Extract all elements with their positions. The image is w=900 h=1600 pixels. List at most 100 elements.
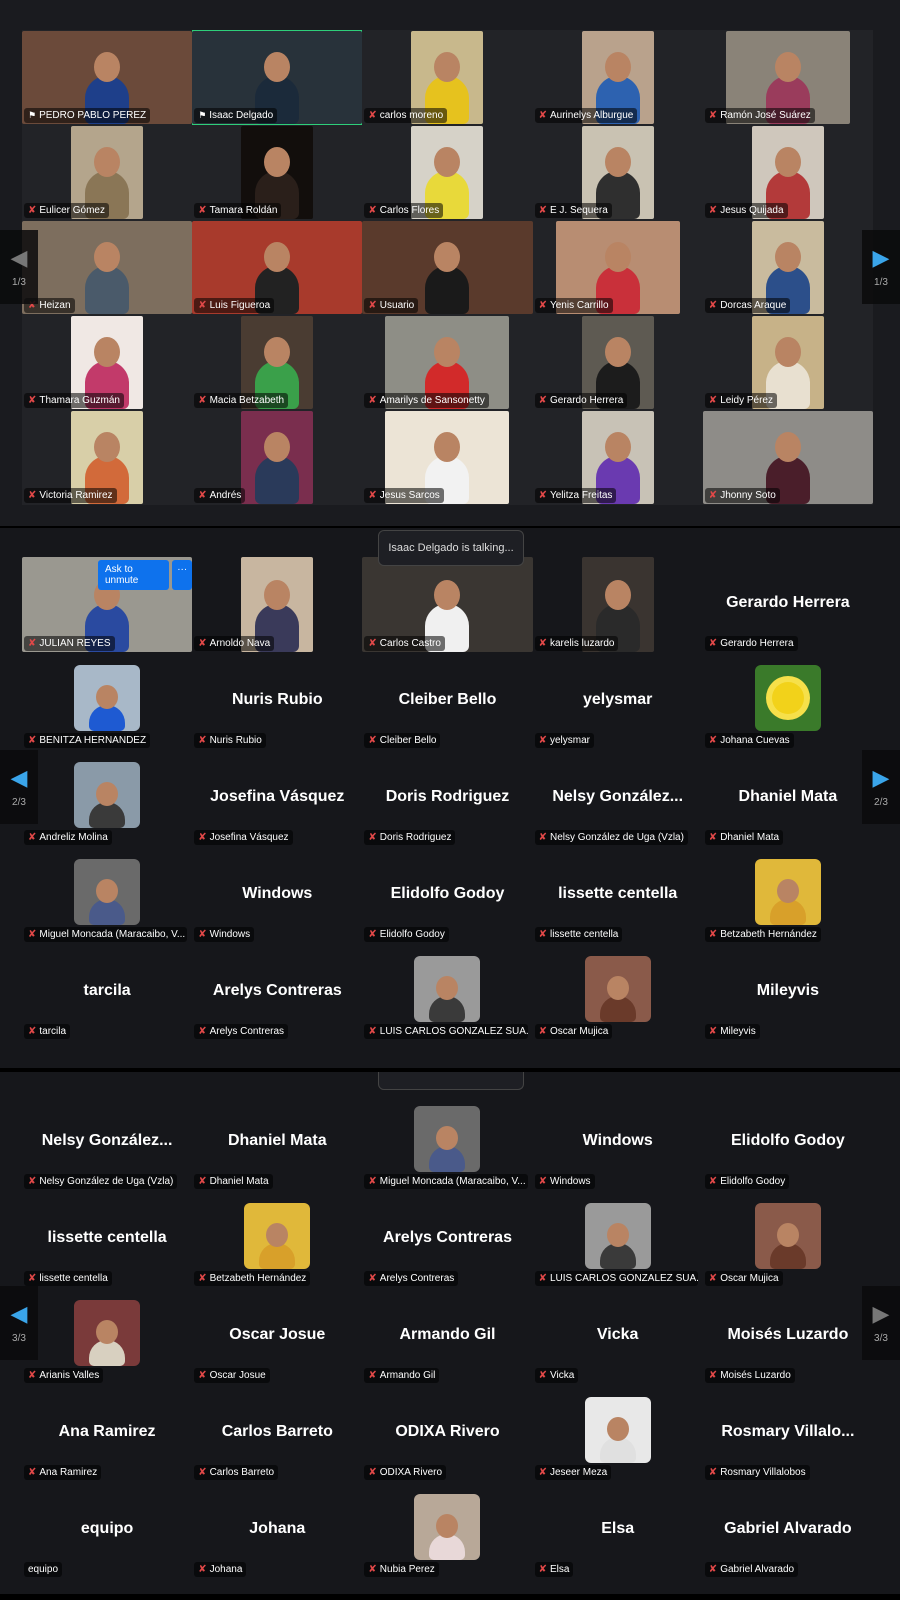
- participant-tile-miguel-moncada-maracaibo-v[interactable]: ✘ Miguel Moncada (Maracaibo, V...: [362, 1094, 533, 1191]
- participant-tile-windows[interactable]: Windows ✘ Windows: [532, 1094, 703, 1191]
- participant-tile-pedro-pablo-perez[interactable]: ⚑ PEDRO PABLO PEREZ: [22, 30, 193, 125]
- participant-tile-luis-carlos-gonzalez-sua[interactable]: ✘ LUIS CARLOS GONZALEZ SUA...: [362, 944, 533, 1041]
- participant-tile-eulicer-gomez[interactable]: ✘ Eulicer Gómez: [22, 125, 193, 220]
- name-label: ✘ Jesus Quijada: [704, 203, 788, 218]
- participant-display-name: yelysmar: [583, 691, 653, 708]
- participant-tile-usuario[interactable]: ✘ Usuario: [362, 220, 533, 315]
- participant-tile-arelys-contreras[interactable]: Arelys Contreras ✘ Arelys Contreras: [362, 1191, 533, 1288]
- chevron-left-icon: ◀: [10, 1300, 28, 1326]
- participant-tile-tamara-roldan[interactable]: ✘ Tamara Roldán: [192, 125, 363, 220]
- participant-tile-elidolfo-godoy[interactable]: Elidolfo Godoy ✘ Elidolfo Godoy: [702, 1094, 873, 1191]
- participant-tile-andres[interactable]: ✘ Andrés: [192, 410, 363, 505]
- participant-tile-victoria-ramirez[interactable]: ✘ Victoria Ramirez: [22, 410, 193, 505]
- participant-tile-karelis-luzardo[interactable]: ✘ karelis luzardo: [532, 556, 703, 653]
- participant-tile-yenis-carrillo[interactable]: ✘ Yenis Carrillo: [532, 220, 703, 315]
- participant-tile-isaac-delgado[interactable]: ⚑ Isaac Delgado: [192, 30, 363, 125]
- participant-name: Macia Betzabeth: [209, 395, 285, 406]
- participant-tile-moises-luzardo[interactable]: Moisés Luzardo ✘ Moisés Luzardo: [702, 1288, 873, 1385]
- mic-off-icon: ✘: [538, 928, 547, 940]
- participant-tile-betzabeth-hernandez[interactable]: ✘ Betzabeth Hernández: [702, 847, 873, 944]
- participant-tile-benitza-hernandez[interactable]: ✘ BENITZA HERNANDEZ: [22, 653, 193, 750]
- mic-off-icon: ✘: [368, 1175, 377, 1187]
- participant-tile-nubia-perez[interactable]: ✘ Nubia Perez: [362, 1482, 533, 1579]
- participant-tile-carlos-flores[interactable]: ✘ Carlos Flores: [362, 125, 533, 220]
- participant-tile-lissette-centella[interactable]: lissette centella ✘ lissette centella: [22, 1191, 193, 1288]
- participant-tile-johana[interactable]: Johana ✘ Johana: [192, 1482, 363, 1579]
- participant-tile-nelsy-gonzalez-de-uga-vzla[interactable]: Nelsy González... ✘ Nelsy González de Uga …: [22, 1094, 193, 1191]
- more-options-button[interactable]: ···: [172, 560, 193, 590]
- mic-off-icon: ✘: [708, 637, 718, 649]
- mic-off-icon: ✘: [28, 1369, 37, 1381]
- participant-tile-dhaniel-mata[interactable]: Dhaniel Mata ✘ Dhaniel Mata: [192, 1094, 363, 1191]
- participant-tile-oscar-josue[interactable]: Oscar Josue ✘ Oscar Josue: [192, 1288, 363, 1385]
- avatar: [74, 665, 141, 731]
- participant-tile-luis-carlos-gonzalez-sua[interactable]: ✘ LUIS CARLOS GONZALEZ SUA...: [532, 1191, 703, 1288]
- participant-tile-luis-figueroa[interactable]: ✘ Luis Figueroa: [192, 220, 363, 315]
- participant-tile-yelysmar[interactable]: yelysmar ✘ yelysmar: [532, 653, 703, 750]
- participant-tile-jhonny-soto[interactable]: ✘ Jhonny Soto: [702, 410, 873, 505]
- participant-tile-tarcila[interactable]: tarcila ✘ tarcila: [22, 944, 193, 1041]
- mic-off-icon: ✘: [708, 1369, 718, 1381]
- previous-page-button[interactable]: ◀ 1/3: [0, 230, 38, 304]
- participant-tile-arnoldo-nava[interactable]: ✘ Arnoldo Nava: [192, 556, 363, 653]
- name-label: ✘ Thamara Guzmán: [24, 393, 124, 408]
- participant-tile-mileyvis[interactable]: Mileyvis ✘ Mileyvis: [702, 944, 873, 1041]
- participant-tile-heizan[interactable]: ✘ Heizan: [22, 220, 193, 315]
- participant-tile-windows[interactable]: Windows ✘ Windows: [192, 847, 363, 944]
- participant-tile-carlos-barreto[interactable]: Carlos Barreto ✘ Carlos Barreto: [192, 1385, 363, 1482]
- participant-tile-equipo[interactable]: equipo equipo: [22, 1482, 193, 1579]
- participant-tile-rosmary-villalobos[interactable]: Rosmary Villalo... ✘ Rosmary Villalobos: [702, 1385, 873, 1482]
- participant-tile-julian-reyes[interactable]: Ask to unmute ··· ✘ JULIAN REYES: [22, 556, 193, 653]
- participant-tile-carlos-castro[interactable]: ✘ Carlos Castro: [362, 556, 533, 653]
- page-indicator: 2/3: [12, 796, 26, 808]
- participant-tile-gerardo-herrera[interactable]: ✘ Gerardo Herrera: [532, 315, 703, 410]
- participant-tile-josefina-vasquez[interactable]: Josefina Vásquez ✘ Josefina Vásquez: [192, 750, 363, 847]
- participant-tile-leidy-perez[interactable]: ✘ Leidy Pérez: [702, 315, 873, 410]
- name-label: ✘ Luis Figueroa: [194, 298, 275, 313]
- participant-tile-armando-gil[interactable]: Armando Gil ✘ Armando Gil: [362, 1288, 533, 1385]
- participant-tile-gerardo-herrera[interactable]: Gerardo Herrera ✘ Gerardo Herrera: [702, 556, 873, 653]
- participant-tile-arelys-contreras[interactable]: Arelys Contreras ✘ Arelys Contreras: [192, 944, 363, 1041]
- participant-tile-e-j-sequera[interactable]: ✘ E J. Sequera: [532, 125, 703, 220]
- participant-tile-vicka[interactable]: Vicka ✘ Vicka: [532, 1288, 703, 1385]
- participant-tile-aurinelys-alburgue[interactable]: ✘ Aurinelys Alburgue: [532, 30, 703, 125]
- participant-tile-thamara-guzman[interactable]: ✘ Thamara Guzmán: [22, 315, 193, 410]
- participant-tile-dhaniel-mata[interactable]: Dhaniel Mata ✘ Dhaniel Mata: [702, 750, 873, 847]
- participant-tile-jesus-sarcos[interactable]: ✘ Jesus Sarcos: [362, 410, 533, 505]
- participant-tile-macia-betzabeth[interactable]: ✘ Macia Betzabeth: [192, 315, 363, 410]
- participant-tile-amarilys-de-sansonetty[interactable]: ✘ Amarilys de Sansonetty: [362, 315, 533, 410]
- participant-tile-andreliz-molina[interactable]: ✘ Andreliz Molina: [22, 750, 193, 847]
- participant-tile-cleiber-bello[interactable]: Cleiber Bello ✘ Cleiber Bello: [362, 653, 533, 750]
- next-page-button[interactable]: ▶ 1/3: [862, 230, 900, 304]
- name-label: ✘ Gerardo Herrera: [534, 393, 628, 408]
- participant-name: ODIXA Rivero: [379, 1467, 443, 1478]
- next-page-button[interactable]: ▶ 2/3: [862, 750, 900, 824]
- mic-off-icon: ✘: [28, 204, 37, 216]
- participant-tile-ana-ramirez[interactable]: Ana Ramirez ✘ Ana Ramirez: [22, 1385, 193, 1482]
- participant-tile-nuris-rubio[interactable]: Nuris Rubio ✘ Nuris Rubio: [192, 653, 363, 750]
- participant-tile-oscar-mujica[interactable]: ✘ Oscar Mujica: [532, 944, 703, 1041]
- participant-tile-dorcas-araque[interactable]: ✘ Dorcas Araque: [702, 220, 873, 315]
- participant-tile-gabriel-alvarado[interactable]: Gabriel Alvarado ✘ Gabriel Alvarado: [702, 1482, 873, 1579]
- next-page-button[interactable]: ▶ 3/3: [862, 1286, 900, 1360]
- ask-to-unmute-button[interactable]: Ask to unmute: [98, 560, 170, 590]
- participant-name: Dorcas Araque: [720, 300, 787, 311]
- participant-tile-carlos-moreno[interactable]: ✘ carlos moreno: [362, 30, 533, 125]
- participant-tile-yelitza-freitas[interactable]: ✘ Yelitza Freitas: [532, 410, 703, 505]
- previous-page-button[interactable]: ◀ 3/3: [0, 1286, 38, 1360]
- participant-tile-elsa[interactable]: Elsa ✘ Elsa: [532, 1482, 703, 1579]
- participant-tile-elidolfo-godoy[interactable]: Elidolfo Godoy ✘ Elidolfo Godoy: [362, 847, 533, 944]
- participant-tile-betzabeth-hernandez[interactable]: ✘ Betzabeth Hernández: [192, 1191, 363, 1288]
- participant-tile-doris-rodriguez[interactable]: Doris Rodriguez ✘ Doris Rodriguez: [362, 750, 533, 847]
- participant-tile-odixa-rivero[interactable]: ODIXA Rivero ✘ ODIXA Rivero: [362, 1385, 533, 1482]
- participant-tile-nelsy-gonzalez-de-uga-vzla[interactable]: Nelsy González... ✘ Nelsy González de Uga …: [532, 750, 703, 847]
- participant-tile-arianis-valles[interactable]: ✘ Arianis Valles: [22, 1288, 193, 1385]
- participant-tile-oscar-mujica[interactable]: ✘ Oscar Mujica: [702, 1191, 873, 1288]
- participant-tile-lissette-centella[interactable]: lissette centella ✘ lissette centella: [532, 847, 703, 944]
- participant-tile-jeseer-meza[interactable]: ✘ Jeseer Meza: [532, 1385, 703, 1482]
- previous-page-button[interactable]: ◀ 2/3: [0, 750, 38, 824]
- participant-tile-miguel-moncada-maracaibo-v[interactable]: ✘ Miguel Moncada (Maracaibo, V...: [22, 847, 193, 944]
- participant-tile-johana-cuevas[interactable]: ✘ Johana Cuevas: [702, 653, 873, 750]
- participant-tile-jesus-quijada[interactable]: ✘ Jesus Quijada: [702, 125, 873, 220]
- participant-tile-ramon-jose-suarez[interactable]: ✘ Ramón José Suárez: [702, 30, 873, 125]
